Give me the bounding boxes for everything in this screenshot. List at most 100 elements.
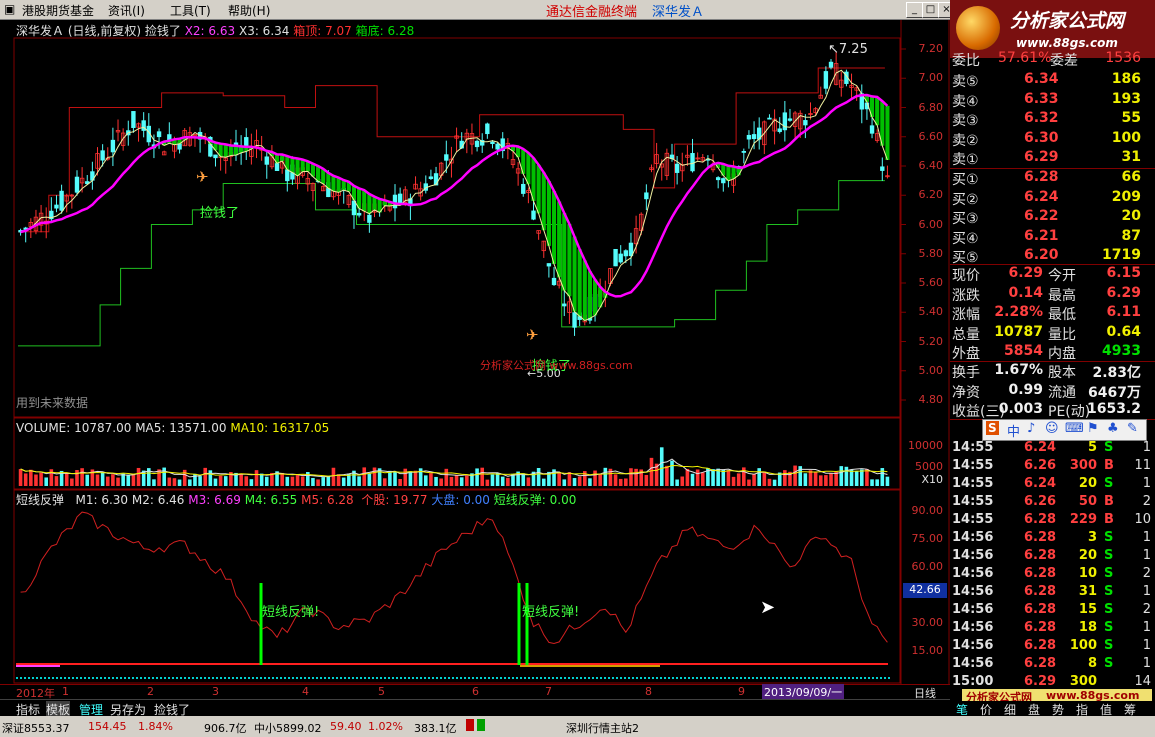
- stat-label: 涨跌: [952, 287, 980, 304]
- osc-dot: [852, 677, 854, 679]
- osc-dot: [572, 677, 574, 679]
- ask-row[interactable]: 卖③ 6.32 55: [950, 110, 1145, 129]
- osc-dot: [732, 677, 734, 679]
- ask-row[interactable]: 卖① 6.29 31: [950, 149, 1145, 168]
- bid-row[interactable]: 买③ 6.22 20: [950, 208, 1145, 227]
- stat-row[interactable]: 外盘 5854 内盘 4933: [950, 343, 1145, 362]
- status-news[interactable]: 深圳行情主站2: [566, 720, 639, 736]
- volume-bar: [475, 468, 479, 486]
- osc-stock: 个股: 19.77: [361, 493, 428, 507]
- volume-bar: [95, 474, 100, 486]
- ask-row[interactable]: 卖⑤ 6.34 186: [950, 71, 1145, 90]
- tick-row[interactable]: 14:55 6.24 5 S 1: [950, 440, 1155, 458]
- candle-body: [644, 192, 649, 200]
- volume-bar: [480, 467, 485, 486]
- volume-bar: [403, 468, 408, 486]
- status-zx-index[interactable]: 中小5899.02: [254, 720, 322, 736]
- price-tick-label: 6.60: [918, 129, 944, 143]
- osc-dot: [192, 677, 194, 679]
- volume-bar: [285, 476, 290, 486]
- fund-value: 0.003: [998, 401, 1043, 417]
- chinese-input-icon[interactable]: 中: [1007, 421, 1020, 440]
- osc-dot: [132, 677, 134, 679]
- candle-body: [823, 71, 829, 89]
- tick-row[interactable]: 14:56 6.28 20 S 1: [950, 548, 1155, 566]
- volume-bar: [644, 474, 649, 486]
- tick-count: 2: [1142, 494, 1151, 509]
- osc-dot: [20, 677, 22, 679]
- stat-row[interactable]: 涨跌 0.14 最高 6.29: [950, 285, 1145, 304]
- volume-bar: [182, 469, 187, 486]
- osc-dot: [120, 677, 122, 679]
- osc-dot: [52, 677, 54, 679]
- volume-bar: [536, 468, 541, 486]
- ask-row[interactable]: 卖④ 6.33 193: [950, 91, 1145, 110]
- tick-row[interactable]: 14:55 6.26 50 B 2: [950, 494, 1155, 512]
- volume-bar: [444, 468, 449, 486]
- osc-dot: [48, 677, 50, 679]
- tool-icon[interactable]: ✎: [1127, 421, 1138, 436]
- price-tick-label: 5.00: [918, 363, 944, 377]
- volume-bar: [388, 470, 392, 486]
- fund-row[interactable]: 换手 1.67% 股本 2.83亿: [950, 362, 1145, 381]
- osc-dot: [392, 677, 394, 679]
- fund-row[interactable]: 收益(三) 0.003 PE(动) 1653.2: [950, 401, 1145, 420]
- tick-row[interactable]: 14:56 6.28 10 S 2: [950, 566, 1155, 584]
- volume-bar: [208, 470, 213, 486]
- stat-value: 2.28%: [994, 304, 1043, 320]
- volume-bar: [859, 469, 864, 486]
- tick-price: 6.24: [1024, 440, 1057, 455]
- volume-bar: [362, 467, 367, 486]
- tick-row[interactable]: 14:56 6.28 8 S 1: [950, 656, 1155, 674]
- volume-bar: [485, 479, 490, 486]
- tick-row[interactable]: 14:55 6.24 20 S 1: [950, 476, 1155, 494]
- tick-row[interactable]: 14:55 6.28 229 B 10: [950, 512, 1155, 530]
- fund-row[interactable]: 净资 0.99 流通 6467万: [950, 382, 1145, 401]
- tick-row[interactable]: 14:56 6.28 3 S 1: [950, 530, 1155, 548]
- ask-price: 6.29: [1024, 149, 1059, 165]
- tick-side: S: [1104, 530, 1114, 545]
- bid-row[interactable]: 买④ 6.21 87: [950, 228, 1145, 247]
- status-sz-index[interactable]: 深证8553.37: [2, 720, 70, 736]
- skin-icon[interactable]: ♣: [1107, 421, 1119, 436]
- volume-bar: [136, 467, 141, 486]
- candle-body: [444, 154, 449, 161]
- stat-row[interactable]: 涨幅 2.28% 最低 6.11: [950, 304, 1145, 323]
- osc-dot: [584, 677, 586, 679]
- osc-m4: M4: 6.55: [244, 493, 298, 507]
- osc-dot: [720, 677, 722, 679]
- tick-row[interactable]: 14:56 6.28 18 S 1: [950, 620, 1155, 638]
- chart-canvas[interactable]: [0, 0, 950, 699]
- tick-row[interactable]: 14:55 6.26 300 B 11: [950, 458, 1155, 476]
- tick-volume: 20: [1078, 476, 1097, 491]
- tick-row[interactable]: 14:56 6.28 31 S 1: [950, 584, 1155, 602]
- stat-label: 总量: [952, 326, 980, 343]
- osc-dot: [360, 677, 362, 679]
- osc-dot: [840, 677, 842, 679]
- month-9: 9: [738, 685, 745, 698]
- sogou-icon[interactable]: S: [986, 421, 999, 435]
- tick-time: 14:56: [952, 656, 994, 671]
- ask-row[interactable]: 卖② 6.30 100: [950, 130, 1145, 149]
- bid-row[interactable]: 买② 6.24 209: [950, 189, 1145, 208]
- volume-bar: [618, 478, 623, 486]
- volume-bar: [254, 470, 259, 486]
- emoji-icon[interactable]: ☺: [1045, 421, 1059, 436]
- tick-time: 14:56: [952, 548, 994, 563]
- stat-row[interactable]: 总量 10787 量比 0.64: [950, 324, 1145, 343]
- osc-tick-label: 75.00: [911, 532, 944, 545]
- tick-row[interactable]: 14:56 6.28 15 S 2: [950, 602, 1155, 620]
- osc-dot: [600, 677, 602, 679]
- tick-side: B: [1104, 494, 1114, 509]
- stat-row[interactable]: 现价 6.29 今开 6.15: [950, 265, 1145, 284]
- tick-row[interactable]: 14:56 6.28 100 S 1: [950, 638, 1155, 656]
- volume-bar: [126, 474, 131, 486]
- flag-icon[interactable]: ⚑: [1087, 421, 1099, 436]
- stat-value: 10787: [994, 323, 1043, 340]
- moon-icon[interactable]: ♪: [1027, 421, 1035, 436]
- ask-price: 6.33: [1024, 90, 1059, 107]
- volume-bar: [75, 470, 79, 486]
- keyboard-icon[interactable]: ⌨: [1065, 421, 1084, 436]
- bid-row[interactable]: 买① 6.28 66: [950, 169, 1145, 188]
- osc-m3: M3: 6.69: [188, 493, 241, 507]
